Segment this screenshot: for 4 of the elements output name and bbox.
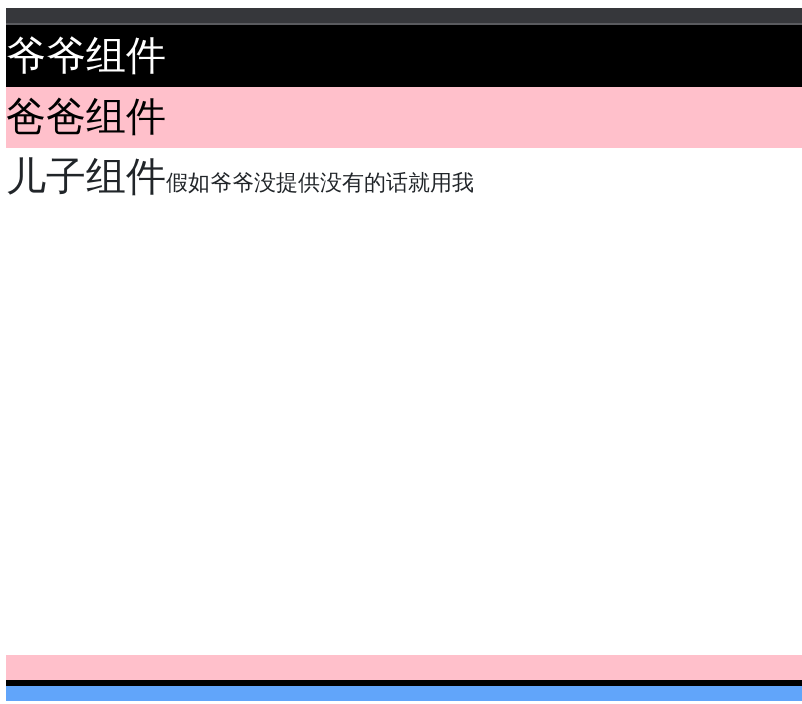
fallback-text: 假如爷爷没提供没有的话就用我: [166, 170, 474, 198]
panel-title: 爸爸组件: [6, 94, 166, 140]
panel-title: 爷爷组件: [6, 33, 166, 79]
panel-title: 儿子组件: [6, 153, 166, 202]
